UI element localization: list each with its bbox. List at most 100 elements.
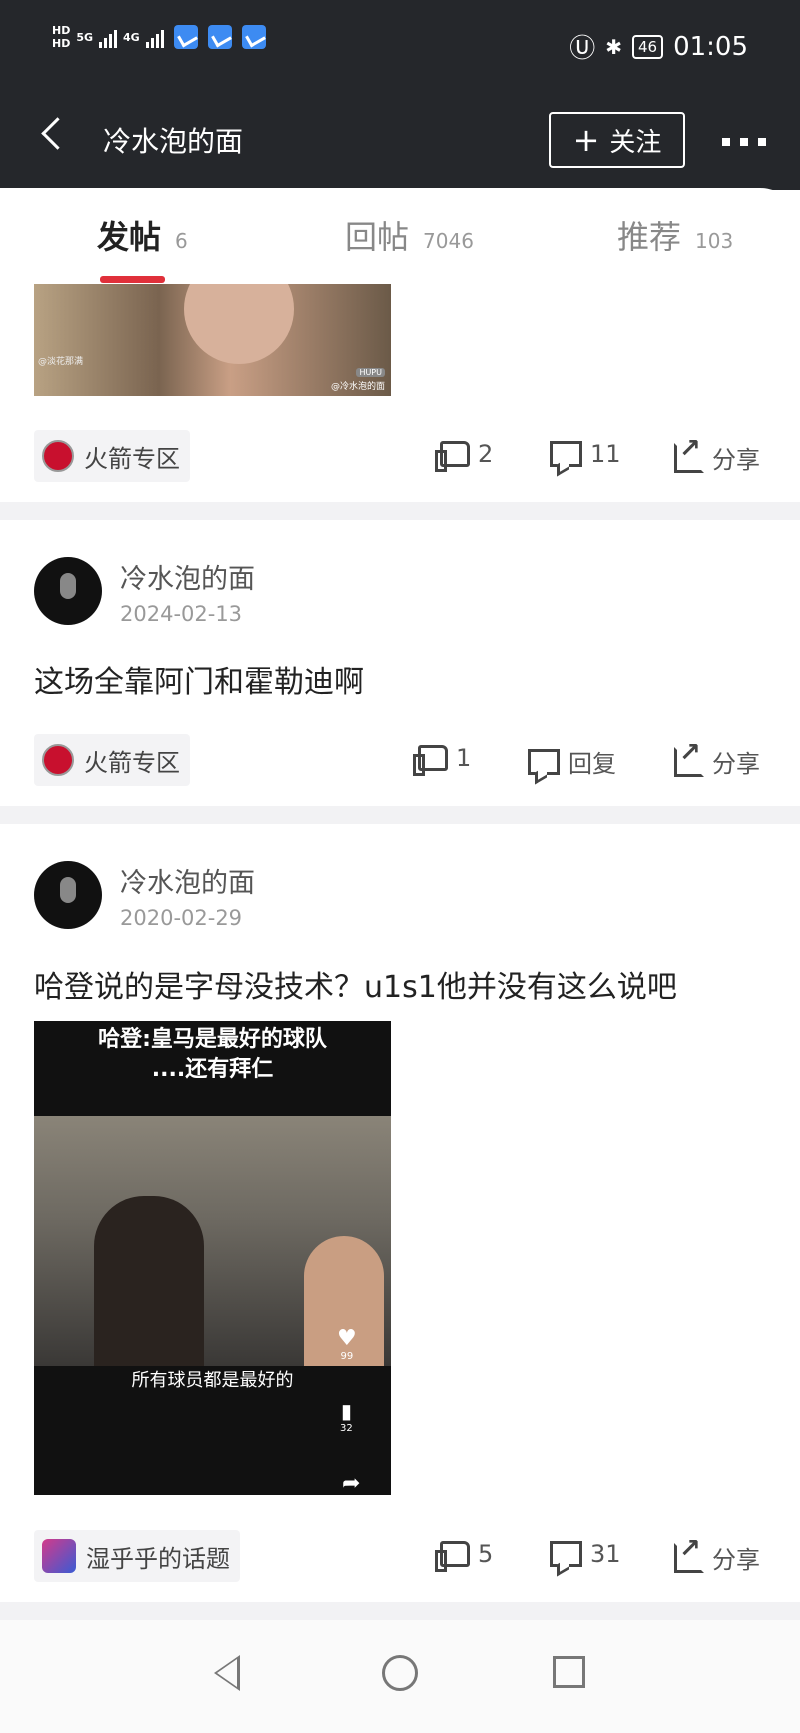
share-label: 分享 bbox=[712, 1546, 760, 1574]
tab-count: 103 bbox=[695, 229, 734, 253]
bluetooth-icon: ✱ bbox=[605, 34, 622, 59]
topic-tag-label: 火箭专区 bbox=[84, 748, 180, 777]
rockets-logo-icon bbox=[42, 440, 74, 472]
reply-label: 回复 bbox=[568, 750, 616, 778]
follow-button[interactable]: + 关注 bbox=[549, 112, 685, 168]
thumbs-up-icon bbox=[435, 1541, 470, 1572]
back-arrow-icon[interactable] bbox=[41, 117, 74, 150]
video-caption-bottom: 所有球员都是最好的 bbox=[131, 1370, 294, 1391]
active-tab-indicator bbox=[100, 276, 165, 283]
image-watermark: @淡花那满 bbox=[38, 357, 84, 367]
status-bar: HD HD 5G 4G Ⓤ ✱ 46 01:05 bbox=[0, 0, 800, 90]
post-text[interactable]: 哈登说的是字母没技术？u1s1他并没有这么说吧 bbox=[34, 962, 677, 1006]
tab-count: 6 bbox=[175, 229, 188, 253]
post-image[interactable]: @淡花那满 HUPU @冷水泡的面 bbox=[34, 284, 391, 396]
network-4g-label: 4G bbox=[123, 30, 140, 44]
share-arrow-icon: ➦ bbox=[342, 1471, 361, 1495]
like-count: 1 bbox=[456, 744, 472, 772]
network-5g-label: 5G bbox=[76, 30, 94, 44]
tab-label: 发帖 bbox=[97, 218, 162, 256]
image-subject bbox=[184, 284, 294, 364]
heart-icon: ♥ bbox=[337, 1326, 357, 1351]
rockets-logo-icon bbox=[42, 744, 74, 776]
video-like-overlay: ♥ 99 bbox=[337, 1326, 357, 1362]
comment-icon bbox=[550, 1541, 582, 1567]
page-title: 冷水泡的面 bbox=[103, 125, 244, 158]
plus-icon: + bbox=[572, 121, 600, 159]
video-caption-line: ....还有拜仁 bbox=[151, 1057, 274, 1082]
like-count: 2 bbox=[478, 440, 494, 468]
like-button[interactable]: 1 bbox=[413, 744, 472, 776]
share-button[interactable]: 分享 bbox=[674, 1534, 760, 1575]
share-button[interactable]: 分享 bbox=[674, 738, 760, 779]
share-icon bbox=[674, 1534, 704, 1573]
signal-icon bbox=[99, 26, 118, 48]
clock: 01:05 bbox=[673, 31, 748, 62]
hd-label-1: HD bbox=[52, 24, 71, 37]
post-divider bbox=[0, 502, 800, 520]
post-date: 2020-02-29 bbox=[120, 906, 243, 930]
tab-label: 回帖 bbox=[345, 218, 410, 256]
tab-label: 推荐 bbox=[617, 218, 682, 256]
tab-bar: 发帖 6 回帖 7046 推荐 103 bbox=[0, 188, 800, 284]
topic-tag-label: 湿乎乎的话题 bbox=[86, 1544, 230, 1573]
share-label: 分享 bbox=[712, 750, 760, 778]
avatar[interactable] bbox=[34, 861, 102, 929]
share-label: 分享 bbox=[712, 446, 760, 474]
topic-brain-icon bbox=[42, 1539, 76, 1573]
comment-icon bbox=[528, 748, 560, 775]
nav-bar: 冷水泡的面 + 关注 bbox=[0, 90, 800, 190]
topic-tag[interactable]: 湿乎乎的话题 bbox=[34, 1530, 240, 1582]
topic-tag[interactable]: 火箭专区 bbox=[34, 734, 190, 786]
video-comment-count: 32 bbox=[340, 1423, 353, 1434]
app-bird-icon bbox=[173, 25, 198, 49]
like-button[interactable]: 5 bbox=[435, 1540, 494, 1572]
comment-button[interactable]: 11 bbox=[550, 440, 621, 468]
comment-count: 31 bbox=[590, 1540, 621, 1568]
video-like-count: 99 bbox=[340, 1351, 354, 1362]
share-icon bbox=[674, 434, 704, 473]
comment-button[interactable]: 31 bbox=[550, 1540, 621, 1568]
video-caption-line: 哈登:皇马是最好的球队 bbox=[98, 1027, 327, 1052]
author-name[interactable]: 冷水泡的面 bbox=[120, 861, 255, 900]
tab-posts[interactable]: 发帖 6 bbox=[97, 212, 188, 258]
system-nav-bar bbox=[0, 1620, 800, 1733]
follow-label: 关注 bbox=[609, 127, 662, 158]
image-watermark: @冷水泡的面 bbox=[330, 382, 385, 392]
like-count: 5 bbox=[478, 1540, 494, 1568]
status-right: Ⓤ ✱ 46 01:05 bbox=[569, 28, 748, 65]
post-video-thumbnail[interactable]: 哈登:皇马是最好的球队 ....还有拜仁 所有球员都是最好的 ♥ 99 ▮ 32… bbox=[34, 1021, 391, 1495]
post-text[interactable]: 这场全靠阿门和霍勒迪啊 bbox=[34, 657, 364, 701]
more-options-icon[interactable] bbox=[722, 138, 766, 146]
image-badge: HUPU bbox=[356, 368, 385, 377]
thumbs-up-icon bbox=[435, 441, 470, 472]
content-sheet: 发帖 6 回帖 7046 推荐 103 bbox=[0, 188, 800, 1733]
comment-icon: ▮ bbox=[340, 1399, 352, 1423]
app-bird-icon bbox=[207, 25, 232, 49]
tab-recommend[interactable]: 推荐 103 bbox=[617, 212, 733, 258]
nav-recents-icon[interactable] bbox=[553, 1656, 585, 1688]
nav-home-icon[interactable] bbox=[382, 1655, 418, 1691]
nfc-icon: Ⓤ bbox=[569, 34, 596, 64]
tab-replies[interactable]: 回帖 7046 bbox=[345, 212, 474, 258]
status-left: HD HD 5G 4G bbox=[52, 24, 266, 50]
nav-back-icon[interactable] bbox=[214, 1655, 240, 1691]
like-button[interactable]: 2 bbox=[435, 440, 494, 472]
share-icon bbox=[674, 738, 704, 777]
app-bird-icon bbox=[241, 25, 266, 49]
signal-icon bbox=[145, 26, 164, 48]
video-comment-overlay: ▮ 32 bbox=[340, 1399, 353, 1434]
video-caption-top: 哈登:皇马是最好的球队 ....还有拜仁 bbox=[34, 1025, 391, 1085]
avatar[interactable] bbox=[34, 557, 102, 625]
hd-icon: HD HD bbox=[52, 24, 70, 50]
author-name[interactable]: 冷水泡的面 bbox=[120, 557, 255, 596]
topic-tag[interactable]: 火箭专区 bbox=[34, 430, 190, 482]
hd-label-2: HD bbox=[52, 37, 71, 50]
share-button[interactable]: 分享 bbox=[674, 434, 760, 475]
video-subject bbox=[94, 1196, 204, 1366]
topic-tag-label: 火箭专区 bbox=[84, 444, 180, 473]
post-divider bbox=[0, 1602, 800, 1620]
post-divider bbox=[0, 806, 800, 824]
tab-count: 7046 bbox=[423, 229, 474, 253]
reply-button[interactable]: 回复 bbox=[528, 744, 616, 779]
